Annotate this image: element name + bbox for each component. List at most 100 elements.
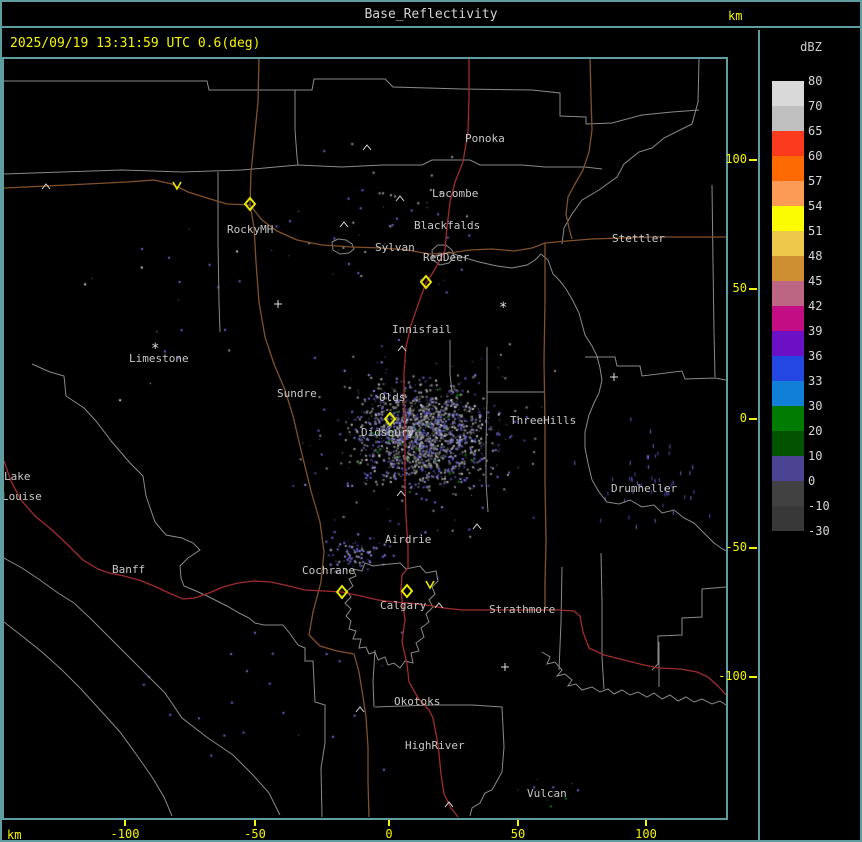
city-label: Banff bbox=[112, 563, 145, 576]
radar-site-diamond-icon bbox=[400, 583, 414, 599]
caret-marker-icon bbox=[362, 144, 372, 151]
x-tick bbox=[124, 820, 126, 826]
colorbar-swatch bbox=[772, 106, 804, 131]
county-boundary bbox=[294, 90, 299, 166]
city-label: ThreeHills bbox=[510, 414, 576, 427]
colorbar-swatch bbox=[772, 431, 804, 456]
county-boundary bbox=[217, 172, 221, 333]
x-tick bbox=[517, 820, 519, 826]
colorbar-swatch bbox=[772, 331, 804, 356]
city-label: Drumheller bbox=[611, 482, 678, 495]
county-boundary bbox=[31, 363, 326, 818]
radar-window: Base_Reflectivity 2025/09/19 13:31:59 UT… bbox=[0, 0, 862, 842]
city-label: Strathmore bbox=[489, 603, 555, 616]
y-tick-label: 100 bbox=[725, 152, 747, 166]
colorbar-tick-label: 80 bbox=[808, 74, 823, 88]
y-tick bbox=[749, 288, 757, 290]
plus-marker-icon bbox=[610, 373, 618, 381]
highway-red bbox=[4, 460, 409, 604]
colorbar-tick-label: 20 bbox=[808, 424, 823, 438]
city-label: Airdrie bbox=[385, 533, 431, 546]
plus-marker-icon bbox=[274, 300, 282, 308]
city-label: Calgary bbox=[380, 599, 427, 612]
colorbar-swatch bbox=[772, 481, 804, 506]
colorbar-swatch bbox=[772, 306, 804, 331]
colorbar-swatch bbox=[772, 381, 804, 406]
colorbar-tick-label: -10 bbox=[808, 499, 830, 513]
county-boundary bbox=[4, 159, 603, 175]
city-label: Sylvan bbox=[375, 241, 415, 254]
vee-marker-icon bbox=[425, 580, 435, 590]
colorbar-tick-label: 45 bbox=[808, 274, 823, 288]
status-bar: 2025/09/19 13:31:59 UTC 0.6(deg) bbox=[2, 30, 758, 57]
colorbar-tick-label: 42 bbox=[808, 299, 823, 313]
y-tick-label: -50 bbox=[725, 540, 747, 554]
highway-brown bbox=[4, 179, 251, 206]
map-panel[interactable]: * * Ponoka Lacombe Blackfalds Sylvan RedDeer St… bbox=[2, 57, 728, 820]
colorbar-tick-label: 30 bbox=[808, 399, 823, 413]
colorbar-tick-label: 60 bbox=[808, 149, 823, 163]
caret-marker-icon bbox=[355, 706, 365, 713]
asterisk-marker-icon: * bbox=[499, 300, 507, 316]
colorbar-swatch bbox=[772, 406, 804, 431]
county-boundary bbox=[585, 356, 726, 381]
highway-red bbox=[407, 602, 726, 696]
colorbar-panel: dBZ 80 70 65 60 57 54 51 48 45 42 39 36 33 30 20 10 0 -10… bbox=[760, 30, 860, 840]
x-tick bbox=[388, 820, 390, 826]
city-label: HighRiver bbox=[405, 739, 465, 752]
y-axis-unit-label: km bbox=[728, 9, 743, 23]
colorbar-tick-label: 70 bbox=[808, 99, 823, 113]
timestamp-label: 2025/09/19 13:31:59 UTC 0.6(deg) bbox=[10, 36, 261, 51]
city-label: Innisfail bbox=[392, 323, 452, 336]
city-label: Sundre bbox=[277, 387, 317, 400]
city-label: Okotoks bbox=[394, 695, 440, 708]
y-tick bbox=[749, 676, 757, 678]
county-boundary bbox=[431, 251, 726, 552]
colorbar-swatch bbox=[772, 131, 804, 156]
x-tick-label: -100 bbox=[110, 827, 140, 841]
colorbar-tick-label: 36 bbox=[808, 349, 823, 363]
colorbar-swatch bbox=[772, 156, 804, 181]
colorbar-tick-label: 39 bbox=[808, 324, 823, 338]
county-boundary bbox=[4, 621, 173, 817]
city-label: RockyMH bbox=[227, 223, 273, 236]
x-axis-unit-label: km bbox=[7, 828, 22, 842]
colorbar-tick-label: 57 bbox=[808, 174, 823, 188]
caret-marker-icon bbox=[472, 523, 482, 530]
county-boundary bbox=[449, 340, 453, 393]
y-tick-label: 0 bbox=[739, 411, 747, 425]
city-label: Limestone bbox=[129, 352, 189, 365]
county-boundary bbox=[600, 552, 605, 690]
colorbar-swatch bbox=[772, 356, 804, 381]
caret-marker-icon bbox=[395, 195, 405, 202]
city-label: Vulcan bbox=[527, 787, 567, 800]
x-tick-label: -50 bbox=[244, 827, 266, 841]
city-label: Lake bbox=[4, 470, 31, 483]
county-boundary bbox=[558, 566, 563, 671]
city-label: Ponoka bbox=[465, 132, 505, 145]
city-label: Stettler bbox=[612, 232, 665, 245]
x-tick bbox=[254, 820, 256, 826]
radar-site-diamond-icon bbox=[383, 411, 397, 427]
colorbar-tick-label: 51 bbox=[808, 224, 823, 238]
colorbar-tick-label: 33 bbox=[808, 374, 823, 388]
colorbar-swatch bbox=[772, 456, 804, 481]
colorbar-swatch bbox=[772, 231, 804, 256]
county-boundary bbox=[4, 78, 700, 125]
county-boundary bbox=[4, 557, 281, 816]
map-overlay: **PonokaLacombeBlackfaldsSylvanRedDeerSt… bbox=[4, 59, 726, 818]
county-boundary bbox=[344, 562, 439, 669]
county-boundary bbox=[561, 59, 700, 245]
colorbar-tick-label: 10 bbox=[808, 449, 823, 463]
city-label: Olds bbox=[379, 391, 406, 404]
highway-brown bbox=[249, 204, 726, 255]
colorbar-tick-label: 65 bbox=[808, 124, 823, 138]
colorbar-title: dBZ bbox=[800, 40, 822, 54]
y-tick-label: 50 bbox=[732, 281, 747, 295]
colorbar-tick-label: 54 bbox=[808, 199, 823, 213]
city-label: Louise bbox=[4, 490, 42, 503]
x-tick bbox=[645, 820, 647, 826]
colorbar-tick-label: -30 bbox=[808, 524, 830, 538]
caret-marker-icon bbox=[396, 490, 406, 497]
window-title: Base_Reflectivity bbox=[364, 7, 498, 22]
